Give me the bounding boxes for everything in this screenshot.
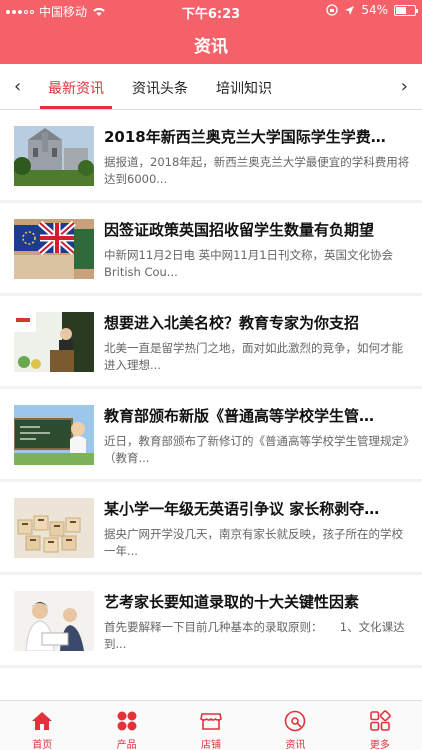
tab-training[interactable]: 培训知识 <box>216 78 272 98</box>
nav-label: 产品 <box>116 740 137 750</box>
news-thumbnail <box>14 219 94 279</box>
news-thumbnail <box>14 312 94 372</box>
news-list: 2018年新西兰奥克兰大学国际学生学费… 据报道，2018年起，新西兰奥克兰大学… <box>0 110 422 668</box>
category-tabs: ‹ 最新资讯 资讯头条 培训知识 › <box>0 66 422 110</box>
news-summary: 中新网11月2日电 英中网11月1日刊文称，英国文化协会British Cou.… <box>104 248 394 279</box>
news-item[interactable]: 2018年新西兰奥克兰大学国际学生学费… 据报道，2018年起，新西兰奥克兰大学… <box>0 110 422 203</box>
news-thumbnail <box>14 405 94 465</box>
battery-icon <box>394 4 418 16</box>
news-summary: 首先要解释一下目前几种基本的录取原则： 1、文化课达到... <box>104 620 405 651</box>
news-title: 想要进入北美名校？教育专家为你支招 <box>104 314 360 332</box>
news-icon <box>285 710 306 732</box>
tab-latest[interactable]: 最新资讯 <box>48 78 104 98</box>
news-title: 艺考家长要知道录取的十大关键性因素 <box>104 593 360 611</box>
location-icon <box>345 5 355 15</box>
news-title: 因签证政策英国招收留学生数量有负期望 <box>104 221 375 239</box>
news-title: 教育部颁布新版《普通高等学校学生管… <box>104 407 375 425</box>
page-title: 资讯 <box>194 37 228 57</box>
nav-item-products[interactable]: 产品 <box>84 701 168 750</box>
tabs-right-arrow-icon[interactable]: › <box>401 76 408 97</box>
nav-item-more[interactable]: 更多 <box>338 701 422 750</box>
tab-headlines[interactable]: 资讯头条 <box>132 78 188 98</box>
store-icon <box>200 713 222 730</box>
app-header: 资讯 <box>0 22 422 64</box>
news-thumbnail <box>14 126 94 186</box>
nav-item-home[interactable]: 首页 <box>0 701 84 750</box>
rotation-lock-icon <box>326 4 338 16</box>
news-thumbnail <box>14 591 94 651</box>
news-summary: 据央广网开学没几天，南京有家长就反映，孩子所在的学校一年... <box>104 527 403 558</box>
battery-percent: 54% <box>361 3 388 17</box>
news-item[interactable]: 某小学一年级无英语引争议 家长称剥夺… 据央广网开学没几天，南京有家长就反映，孩… <box>0 482 422 575</box>
news-thumbnail <box>14 498 94 558</box>
news-title: 某小学一年级无英语引争议 家长称剥夺… <box>104 500 380 518</box>
nav-label: 更多 <box>369 740 390 750</box>
tabs-left-arrow-icon[interactable]: ‹ <box>14 76 21 97</box>
news-summary: 据报道，2018年起，新西兰奥克兰大学最便宜的学科费用将达到6000... <box>104 155 410 186</box>
more-icon <box>370 710 391 731</box>
nav-label: 首页 <box>32 740 53 750</box>
nav-label: 店铺 <box>201 740 222 750</box>
news-title: 2018年新西兰奥克兰大学国际学生学费… <box>104 128 386 146</box>
news-item[interactable]: 因签证政策英国招收留学生数量有负期望 中新网11月2日电 英中网11月1日刊文称… <box>0 203 422 296</box>
news-item[interactable]: 想要进入北美名校？教育专家为你支招 北美一直是留学热门之地，面对如此激烈的竞争，… <box>0 296 422 389</box>
news-summary: 近日，教育部颁布了新修订的《普通高等学校学生管理规定》（教育... <box>104 434 409 465</box>
nav-item-news[interactable]: 资讯 <box>253 701 337 750</box>
nav-label: 资讯 <box>285 740 306 750</box>
status-bar: 中国移动 下午6:23 54% <box>0 0 422 22</box>
news-summary: 北美一直是留学热门之地，面对如此激烈的竞争，如何才能进入理想... <box>104 341 403 372</box>
nav-item-store[interactable]: 店铺 <box>169 701 253 750</box>
news-item[interactable]: 教育部颁布新版《普通高等学校学生管… 近日，教育部颁布了新修订的《普通高等学校学… <box>0 389 422 482</box>
news-item[interactable]: 艺考家长要知道录取的十大关键性因素 首先要解释一下目前几种基本的录取原则： 1、… <box>0 575 422 668</box>
tab-active-indicator <box>40 106 112 109</box>
home-icon <box>32 712 53 730</box>
product-icon <box>117 711 137 731</box>
bottom-nav: 首页 产品 店铺 资讯 更多 <box>0 700 422 750</box>
